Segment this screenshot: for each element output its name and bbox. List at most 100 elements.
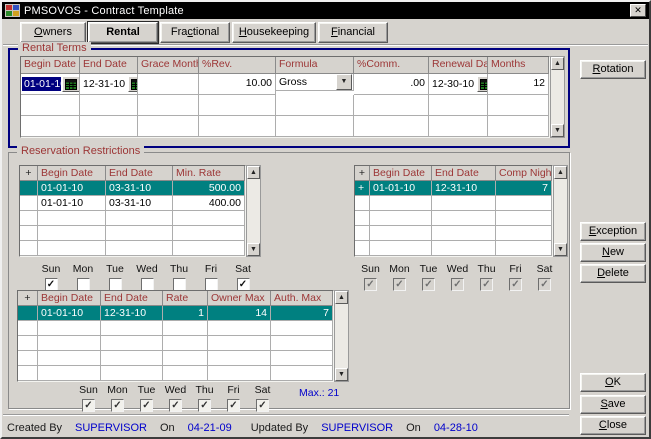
day-label: Sat [537, 263, 553, 275]
day-checkbox-tue[interactable]: ✓ [140, 399, 153, 412]
day-checkbox-thu[interactable]: ✓ [198, 399, 211, 412]
col-header-min-rate: Min. Rate [173, 166, 245, 181]
day-label: Mon [389, 263, 409, 275]
day-checkbox-wed: ✓ [451, 278, 464, 291]
calendar-icon[interactable] [128, 76, 138, 92]
save-button[interactable]: Save [580, 395, 646, 414]
updated-on-date: 04-28-10 [434, 422, 478, 434]
scroll-down-icon[interactable]: ▼ [335, 368, 348, 381]
app-icon [5, 4, 20, 17]
scroll-up-icon[interactable]: ▲ [551, 57, 564, 70]
reservation-restrictions-group: Reservation Restrictions + Begin Date En… [8, 152, 570, 409]
comm-pct-field[interactable]: .00 [354, 74, 429, 95]
empty-row [18, 366, 333, 381]
grace-months-field[interactable] [138, 74, 199, 95]
min-rate-scrollbar[interactable]: ▲ ▼ [246, 165, 261, 257]
day-checkbox-fri[interactable]: ✓ [227, 399, 240, 412]
formula-value[interactable]: Gross [277, 76, 336, 88]
col-header-comp-nights: Comp Nights [496, 166, 552, 181]
comp-nights-scrollbar[interactable]: ▲ ▼ [553, 165, 568, 257]
begin-date-field[interactable]: 01-01-10 [22, 77, 61, 91]
min-rate-header-row: + Begin Date End Date Min. Rate [20, 166, 245, 181]
tab-fractional[interactable]: Fractional [160, 22, 230, 43]
day-checkbox-mon[interactable]: ✓ [111, 399, 124, 412]
rev-pct-field[interactable]: 10.00 [199, 74, 276, 95]
rate-table: + Begin Date End Date Rate Owner Max Aut… [17, 290, 334, 382]
table-row[interactable]: 01-01-10 03-31-10 500.00 [20, 181, 245, 196]
day-checkbox-mon: ✓ [393, 278, 406, 291]
calendar-icon[interactable] [477, 76, 488, 92]
table-row[interactable]: 01-01-10 12-31-10 1 14 7 [18, 306, 333, 321]
cell-auth-max: 7 [271, 306, 333, 321]
rate-table-scrollbar[interactable]: ▲ ▼ [334, 290, 349, 382]
rental-terms-scrollbar[interactable]: ▲ ▼ [550, 56, 565, 138]
scroll-down-icon[interactable]: ▼ [554, 243, 567, 256]
months-field[interactable]: 12 [488, 74, 549, 95]
col-header-end-date: End Date [432, 166, 496, 181]
rate-day-filters: Sun✓ Mon✓ Tue✓ Wed✓ Thu✓ Fri✓ Sat✓ [74, 384, 277, 412]
calendar-icon[interactable] [62, 76, 80, 92]
renewal-date-field[interactable]: 12-30-10 [430, 77, 476, 91]
delete-button[interactable]: Delete [580, 264, 646, 283]
close-icon[interactable]: ✕ [630, 4, 646, 17]
col-header-plus: + [18, 291, 38, 306]
day-label: Tue [420, 263, 438, 275]
empty-row [18, 351, 333, 366]
comp-nights-table: + Begin Date End Date Comp Nights + 01-0… [354, 165, 553, 257]
cell-end-date: 03-31-10 [106, 181, 173, 196]
new-button[interactable]: New [580, 243, 646, 262]
empty-row [21, 116, 549, 137]
ok-button[interactable]: OK [580, 373, 646, 392]
cell-begin-date: 01-01-10 [38, 196, 106, 211]
renewal-date-cell: 12-30-10 [429, 74, 488, 95]
table-row[interactable]: + 01-01-10 12-31-10 7 [355, 181, 552, 196]
scroll-up-icon[interactable]: ▲ [554, 166, 567, 179]
day-checkbox-tue: ✓ [422, 278, 435, 291]
day-label: Wed [136, 263, 157, 275]
day-label: Sat [255, 384, 271, 396]
formula-combo[interactable]: Gross ▼ [276, 74, 354, 91]
scroll-down-icon[interactable]: ▼ [551, 124, 564, 137]
col-header-auth-max: Auth. Max [271, 291, 333, 306]
rental-terms-row[interactable]: 01-01-10 12-31-10 10.00 Gross ▼ [21, 74, 549, 95]
chevron-down-icon[interactable]: ▼ [336, 74, 352, 90]
empty-row [355, 211, 552, 226]
day-label: Mon [107, 384, 127, 396]
day-checkbox-wed[interactable]: ✓ [169, 399, 182, 412]
day-label: Sat [235, 263, 251, 275]
cell-end-date: 12-31-10 [432, 181, 496, 196]
table-row[interactable]: 01-01-10 03-31-10 400.00 [20, 196, 245, 211]
title-bar[interactable]: PMSOVOS - Contract Template ✕ [2, 2, 649, 19]
day-checkbox-sat[interactable]: ✓ [256, 399, 269, 412]
day-label: Sun [79, 384, 98, 396]
begin-date-cell: 01-01-10 [21, 74, 80, 95]
day-checkbox-sun[interactable]: ✓ [82, 399, 95, 412]
created-on-label: On [160, 422, 175, 434]
tab-housekeeping[interactable]: Housekeeping [232, 22, 316, 43]
scroll-up-icon[interactable]: ▲ [247, 166, 260, 179]
tab-owners[interactable]: Owners [20, 22, 86, 43]
max-nights-label: Max.: 21 [299, 387, 339, 399]
day-label: Tue [106, 263, 124, 275]
min-rate-day-filters: Sun✓ Mon Tue Wed Thu Fri Sat✓ [35, 263, 259, 291]
created-by-label: Created By [7, 422, 62, 434]
scroll-up-icon[interactable]: ▲ [335, 291, 348, 304]
rotation-button[interactable]: Rotation [580, 60, 646, 79]
cell-plus [18, 306, 38, 321]
exception-button[interactable]: Exception [580, 222, 646, 241]
cell-min-rate: 500.00 [173, 181, 245, 196]
min-rate-table: + Begin Date End Date Min. Rate 01-01-10… [19, 165, 246, 257]
window-title: PMSOVOS - Contract Template [24, 5, 184, 17]
calendar-grid-icon [480, 79, 488, 90]
day-checkbox-sat: ✓ [538, 278, 551, 291]
tab-financial[interactable]: Financial [318, 22, 388, 43]
col-header-end-date: End Date [80, 57, 138, 74]
scroll-down-icon[interactable]: ▼ [247, 243, 260, 256]
comp-nights-header-row: + Begin Date End Date Comp Nights [355, 166, 552, 181]
end-date-field[interactable]: 12-31-10 [81, 77, 127, 91]
tab-rental[interactable]: Rental [88, 22, 158, 43]
panel-top-edge [3, 44, 648, 46]
created-on-date: 04-21-09 [188, 422, 232, 434]
cell-plus [20, 181, 38, 196]
col-header-formula: Formula [276, 57, 354, 74]
